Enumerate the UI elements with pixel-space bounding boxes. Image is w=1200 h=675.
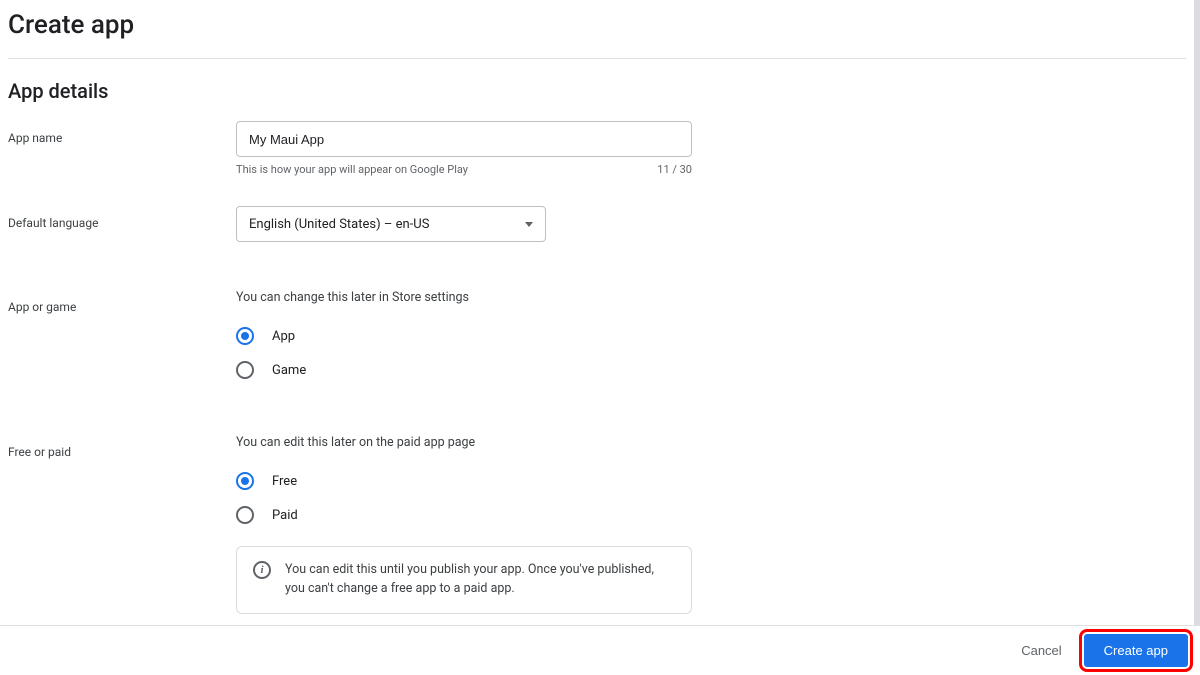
page-title: Create app <box>8 0 1186 58</box>
row-app-or-game: App or game You can change this later in… <box>8 282 1186 395</box>
hint-free-or-paid: You can edit this later on the paid app … <box>236 435 1016 464</box>
radio-paid[interactable]: Paid <box>236 498 1016 532</box>
info-icon: i <box>253 561 271 579</box>
info-text: You can edit this until you publish your… <box>285 561 675 599</box>
row-free-or-paid: Free or paid You can edit this later on … <box>8 427 1186 622</box>
hint-app-or-game: You can change this later in Store setti… <box>236 290 1016 319</box>
app-name-input[interactable] <box>236 121 692 157</box>
cancel-button[interactable]: Cancel <box>1013 635 1069 666</box>
radio-icon <box>236 361 254 379</box>
radio-free-label: Free <box>272 474 297 489</box>
language-select[interactable]: English (United States) – en-US <box>236 206 546 242</box>
radio-icon <box>236 472 254 490</box>
app-name-counter: 11 / 30 <box>657 163 692 176</box>
radio-icon <box>236 506 254 524</box>
row-default-language: Default language English (United States)… <box>8 184 1186 250</box>
radio-paid-label: Paid <box>272 508 298 523</box>
radio-icon <box>236 327 254 345</box>
app-name-help: This is how your app will appear on Goog… <box>236 163 657 176</box>
info-free-paid: i You can edit this until you publish yo… <box>236 546 692 614</box>
label-app-or-game: App or game <box>8 290 236 314</box>
radio-app-label: App <box>272 329 295 344</box>
footer: Cancel Create app <box>0 626 1200 675</box>
row-app-name: App name This is how your app will appea… <box>8 113 1186 184</box>
create-app-button[interactable]: Create app <box>1084 634 1188 667</box>
label-default-language: Default language <box>8 206 236 230</box>
radio-free[interactable]: Free <box>236 464 1016 498</box>
radio-game-label: Game <box>272 363 306 378</box>
radio-app[interactable]: App <box>236 319 1016 353</box>
label-app-name: App name <box>8 121 236 145</box>
language-value: English (United States) – en-US <box>249 217 429 232</box>
chevron-down-icon <box>525 222 533 227</box>
section-app-details-title: App details <box>8 59 1186 113</box>
label-free-or-paid: Free or paid <box>8 435 236 459</box>
radio-game[interactable]: Game <box>236 353 1016 387</box>
